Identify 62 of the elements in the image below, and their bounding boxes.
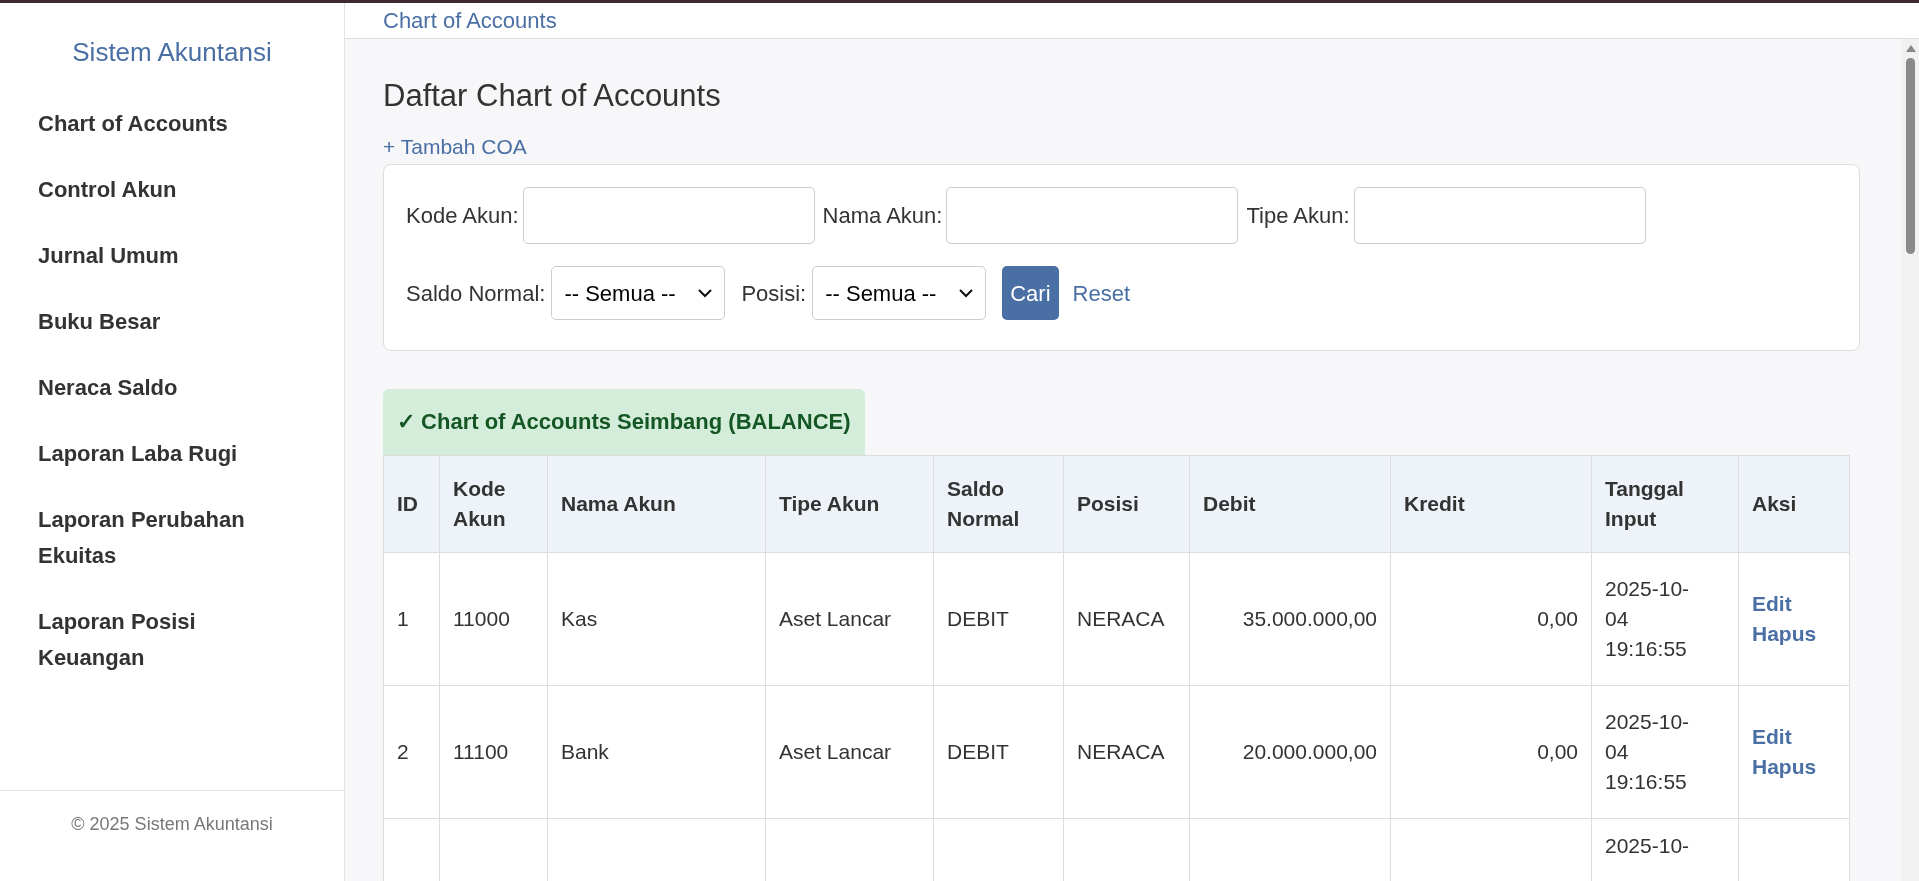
table-cell: 0,00 — [1537, 740, 1578, 763]
table-cell-text: 2025-10- — [1605, 833, 1691, 859]
add-coa-link[interactable]: + Tambah COA — [383, 130, 527, 162]
sidebar-item[interactable]: Jurnal Umum — [38, 238, 262, 274]
filter-input[interactable] — [1353, 187, 1646, 244]
filter-label: Kode Akun: — [406, 202, 519, 230]
action-link[interactable]: Hapus — [1752, 752, 1836, 782]
sidebar-item[interactable]: Chart of Accounts — [38, 106, 262, 142]
action-link[interactable]: Edit — [1752, 589, 1836, 619]
sidebar-item[interactable]: Laporan Posisi Keuangan — [38, 604, 262, 676]
action-link[interactable]: Hapus — [1752, 619, 1836, 649]
filter-select[interactable]: -- Semua -- — [551, 266, 726, 320]
table-cell: 11100 — [453, 740, 509, 763]
sidebar-item[interactable]: Buku Besar — [38, 304, 262, 340]
column-header: Kode Akun — [439, 455, 548, 553]
filter-label: Nama Akun: — [822, 202, 943, 230]
search-button[interactable]: Cari — [1002, 266, 1059, 320]
page-title: Daftar Chart of Accounts — [383, 77, 722, 115]
breadcrumb-link[interactable]: Chart of Accounts — [383, 4, 557, 37]
column-header: Nama Akun — [547, 455, 766, 553]
column-header: Saldo Normal — [933, 455, 1064, 553]
table-cell: Aset Lancar — [779, 740, 892, 763]
sidebar-item[interactable]: Laporan Laba Rugi — [38, 436, 262, 472]
sidebar-item[interactable]: Neraca Saldo — [38, 370, 262, 406]
table-cell: 35.000.000,00 — [1242, 607, 1377, 630]
table-cell: 11000 — [453, 607, 510, 630]
sidebar-footer: © 2025 Sistem Akuntansi — [0, 790, 344, 881]
filter-label: Posisi: — [741, 279, 807, 308]
action-link[interactable]: Edit — [1752, 722, 1836, 752]
filter-label: Saldo Normal: — [406, 279, 546, 308]
table-cell: Bank — [561, 740, 609, 763]
sidebar-item[interactable]: Laporan Perubahan Ekuitas — [38, 502, 262, 574]
table-cell: Kas — [561, 607, 598, 630]
table-cell: DEBIT — [947, 740, 1009, 763]
sidebar-item[interactable]: Control Akun — [38, 172, 262, 208]
table-cell: NERACA — [1077, 607, 1165, 630]
column-header: Aksi — [1738, 455, 1850, 553]
table-cell-text: 2025-10-04 19:16:55 — [1605, 576, 1691, 662]
filter-input[interactable] — [946, 187, 1239, 244]
column-header: Tanggal Input — [1591, 455, 1739, 553]
table-cell: 2 — [397, 740, 409, 763]
table-cell-text: 2025-10-04 19:16:55 — [1605, 709, 1691, 795]
column-header: Kredit — [1390, 455, 1592, 553]
column-header: Debit — [1189, 455, 1391, 553]
table-cell: DEBIT — [947, 607, 1009, 630]
reset-link[interactable]: Reset — [1072, 276, 1130, 310]
brand-title: Sistem Akuntansi — [71, 36, 273, 69]
table-cell: Aset Lancar — [779, 607, 892, 630]
filter-label: Tipe Akun: — [1246, 202, 1350, 230]
scroll-up-icon — [1905, 45, 1916, 52]
chevron-down-icon — [698, 288, 713, 298]
table-cell: 0,00 — [1537, 607, 1578, 630]
column-header: ID — [383, 455, 440, 553]
table-cell: 20.000.000,00 — [1242, 740, 1377, 763]
chevron-down-icon — [959, 288, 974, 298]
column-header: Posisi — [1063, 455, 1190, 553]
filter-select[interactable]: -- Semua -- — [812, 266, 987, 320]
table-cell: NERACA — [1077, 740, 1165, 763]
balance-alert: ✓ Chart of Accounts Seimbang (BALANCE) — [383, 389, 865, 455]
filter-input[interactable] — [522, 187, 815, 244]
column-header: Tipe Akun — [765, 455, 934, 553]
table-cell: 1 — [397, 607, 409, 630]
